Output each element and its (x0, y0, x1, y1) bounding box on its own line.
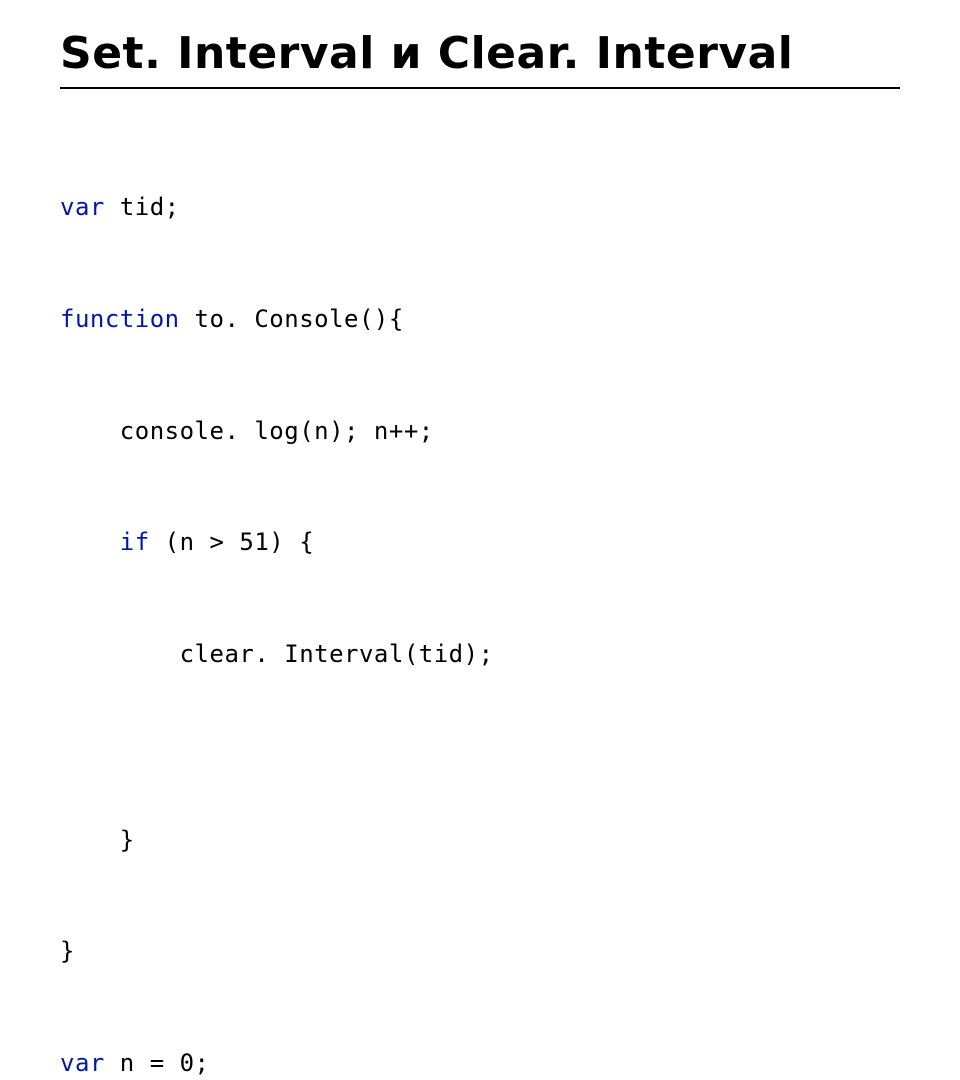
code-text: (n > 51) { (150, 528, 314, 556)
code-text: tid; (105, 193, 180, 221)
indent (60, 528, 120, 556)
code-line-5: clear. Interval(tid); (60, 636, 900, 673)
keyword-if: if (120, 528, 150, 556)
code-text: n = 0; (105, 1049, 210, 1077)
code-line-1: var tid; (60, 189, 900, 226)
code-line-3: console. log(n); n++; (60, 413, 900, 450)
keyword-var: var (60, 193, 105, 221)
code-line-7: } (60, 822, 900, 859)
code-line-4: if (n > 51) { (60, 524, 900, 561)
slide-title: Set. Interval и Clear. Interval (60, 28, 900, 89)
keyword-var: var (60, 1049, 105, 1077)
code-line-2: function to. Console(){ (60, 301, 900, 338)
code-line-9: var n = 0; (60, 1045, 900, 1080)
code-block: var tid; function to. Console(){ console… (60, 115, 900, 1080)
code-text: to. Console(){ (180, 305, 404, 333)
slide: Set. Interval и Clear. Interval var tid;… (0, 0, 960, 1080)
code-line-8: } (60, 933, 900, 970)
keyword-function: function (60, 305, 180, 333)
